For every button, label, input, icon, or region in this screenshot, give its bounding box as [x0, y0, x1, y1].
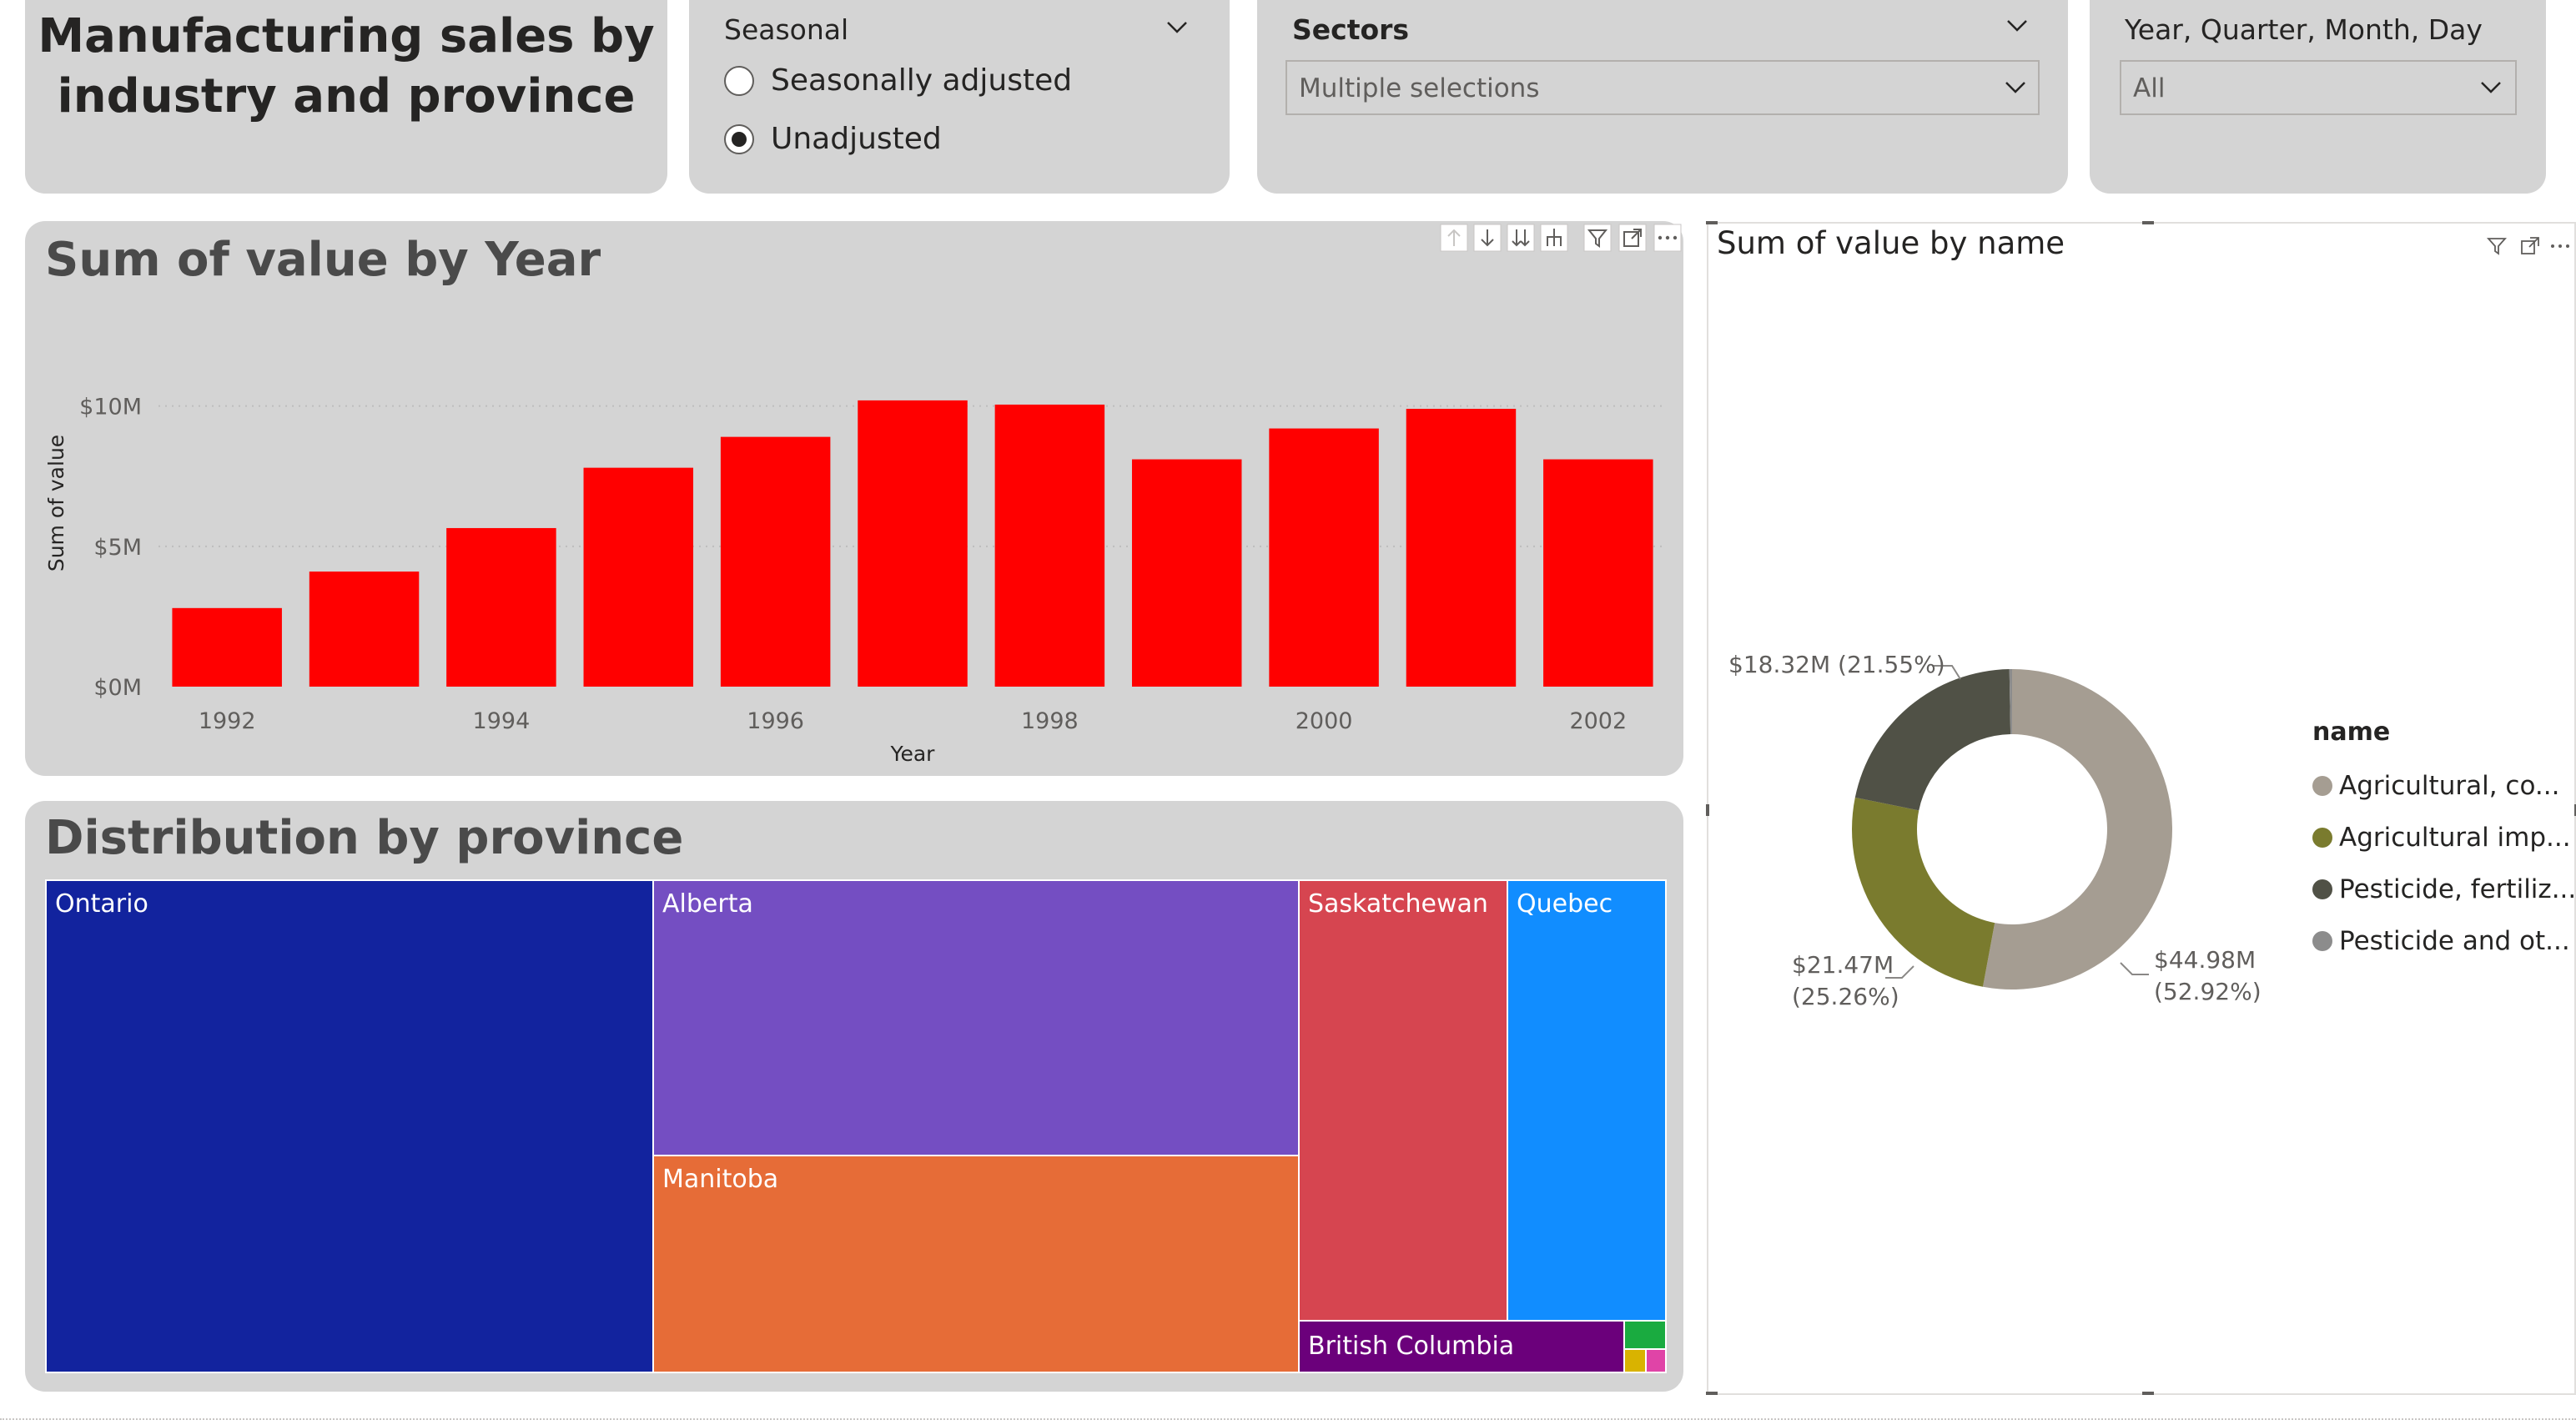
report-title-line-1: Manufacturing sales by: [38, 9, 655, 63]
radio-unadjusted[interactable]: Unadjusted: [724, 122, 942, 156]
legend-item[interactable]: Pesticide, fertiliz...: [2312, 874, 2576, 904]
bar-chart-card: Sum of value by Year $0M $5M $10M 1992 1994 1…: [25, 221, 1683, 776]
y-tick-label: $0M: [93, 675, 142, 701]
donut-label-slice-2: $18.32M (21.55%): [1728, 651, 1945, 678]
treemap-tile-saskatchewan[interactable]: Saskatchewan: [1298, 879, 1508, 1322]
legend-label: Pesticide, fertiliz...: [2339, 874, 2576, 904]
y-tick-label: $10M: [79, 395, 142, 420]
bar[interactable]: [994, 404, 1105, 687]
x-axis-title: Year: [890, 742, 936, 766]
treemap-tile-british-columbia[interactable]: British Columbia: [1298, 1320, 1625, 1373]
legend-item[interactable]: Agricultural imp...: [2312, 823, 2571, 853]
donut-label-slice-0-value: $44.98M: [2154, 946, 2257, 974]
x-tick-label: 1996: [747, 708, 804, 734]
legend-label: Agricultural, co...: [2339, 771, 2560, 801]
tile-label: Ontario: [55, 889, 148, 919]
x-tick-label: 2000: [1296, 708, 1353, 734]
tile-label: Quebec: [1517, 889, 1613, 919]
sectors-dropdown-value: Multiple selections: [1299, 73, 1540, 103]
treemap-tile-manitoba[interactable]: Manitoba: [652, 1155, 1300, 1373]
report-title: Manufacturing sales by industry and prov…: [25, 7, 667, 127]
bar[interactable]: [1131, 459, 1242, 687]
bar[interactable]: [172, 607, 282, 687]
bar[interactable]: [1406, 409, 1517, 687]
treemap-tile-quebec[interactable]: Quebec: [1507, 879, 1667, 1322]
donut-label-slice-0-pct: (52.92%): [2154, 978, 2262, 1005]
legend-item[interactable]: Agricultural, co...: [2312, 771, 2559, 801]
tile-label: Alberta: [662, 889, 753, 919]
seasonal-slicer: Seasonal Seasonally adjusted Unadjusted: [689, 0, 1230, 194]
radio-button-selected[interactable]: [724, 123, 754, 154]
legend-label: Pesticide and ot...: [2339, 926, 2570, 956]
legend-title: name: [2312, 718, 2391, 747]
radio-seasonally-adjusted[interactable]: Seasonally adjusted: [724, 63, 1072, 98]
x-tick-label: 2002: [1569, 708, 1627, 734]
chevron-down-icon[interactable]: [2478, 75, 2503, 100]
treemap-tile-small-1[interactable]: [1623, 1320, 1667, 1350]
chevron-down-icon[interactable]: [1165, 15, 1190, 40]
report-title-card: Manufacturing sales by industry and prov…: [25, 0, 667, 194]
treemap-tile-small-3[interactable]: [1645, 1348, 1667, 1373]
donut-chart-panel: Sum of value by name $18.32M (21.55%) $2…: [1706, 221, 2576, 1395]
bar[interactable]: [583, 467, 694, 687]
bar[interactable]: [1269, 428, 1379, 687]
legend-item[interactable]: Pesticide and ot...: [2312, 926, 2570, 956]
radio-label: Seasonally adjusted: [771, 63, 1073, 98]
focus-mode-icon[interactable]: [1618, 224, 1647, 252]
sectors-slicer-title: Sectors: [1292, 13, 1410, 46]
x-tick-label: 1992: [199, 708, 256, 734]
bar[interactable]: [858, 400, 968, 687]
tile-label: British Columbia: [1308, 1332, 1515, 1361]
drill-up-icon[interactable]: [1440, 224, 1468, 252]
report-title-line-2: industry and province: [57, 69, 636, 123]
y-axis-title: Sum of value: [44, 435, 68, 572]
treemap-tile-small-2[interactable]: [1623, 1348, 1647, 1373]
seasonal-slicer-title: Seasonal: [724, 13, 849, 46]
bar[interactable]: [720, 436, 831, 687]
bar-chart: $0M $5M $10M 1992 1994 1996 1998 2000 2002 Year Su…: [44, 395, 1667, 766]
legend-label: Agricultural imp...: [2339, 823, 2571, 853]
donut-label-slice-1-pct: (25.26%): [1792, 983, 1899, 1010]
date-dropdown[interactable]: All: [2120, 60, 2517, 115]
more-options-icon[interactable]: [1653, 224, 1682, 252]
radio-button[interactable]: [724, 65, 754, 96]
chevron-down-icon[interactable]: [2003, 75, 2028, 100]
leader-line: [2120, 962, 2149, 975]
tile-label: Saskatchewan: [1308, 889, 1488, 919]
date-dropdown-value: All: [2133, 73, 2166, 103]
chevron-down-icon[interactable]: [2005, 13, 2030, 38]
donut-label-slice-1-value: $21.47M: [1792, 951, 1894, 979]
treemap-card: Distribution by province Ontario Alberta…: [25, 801, 1683, 1392]
legend-dot: [2312, 828, 2332, 848]
sectors-dropdown[interactable]: Multiple selections: [1285, 60, 2040, 115]
legend-dot: [2312, 879, 2332, 899]
treemap-title: Distribution by province: [45, 811, 684, 865]
y-tick-label: $5M: [93, 535, 142, 561]
legend-dot: [2312, 931, 2332, 951]
sectors-slicer: Sectors Multiple selections: [1257, 0, 2068, 194]
x-tick-label: 1994: [473, 708, 531, 734]
bar[interactable]: [446, 527, 556, 687]
filter-icon[interactable]: [1583, 224, 1612, 252]
expand-all-icon[interactable]: [1507, 224, 1535, 252]
page-bottom-border: [0, 1418, 2576, 1420]
donut-chart: [1852, 665, 2172, 989]
date-slicer: Year, Quarter, Month, Day All: [2090, 0, 2546, 194]
treemap-tile-alberta[interactable]: Alberta: [652, 879, 1300, 1156]
drill-down-icon[interactable]: [1473, 224, 1502, 252]
bar[interactable]: [309, 572, 420, 687]
bar[interactable]: [1543, 459, 1653, 687]
donut-slice[interactable]: [1854, 669, 2011, 811]
treemap-tile-ontario[interactable]: Ontario: [45, 879, 654, 1373]
date-slicer-title: Year, Quarter, Month, Day: [2125, 13, 2483, 46]
tile-label: Manitoba: [662, 1165, 779, 1194]
x-tick-label: 1998: [1021, 708, 1079, 734]
radio-label: Unadjusted: [771, 122, 942, 156]
legend-dot: [2312, 776, 2332, 796]
drill-hierarchy-icon[interactable]: [1540, 224, 1568, 252]
